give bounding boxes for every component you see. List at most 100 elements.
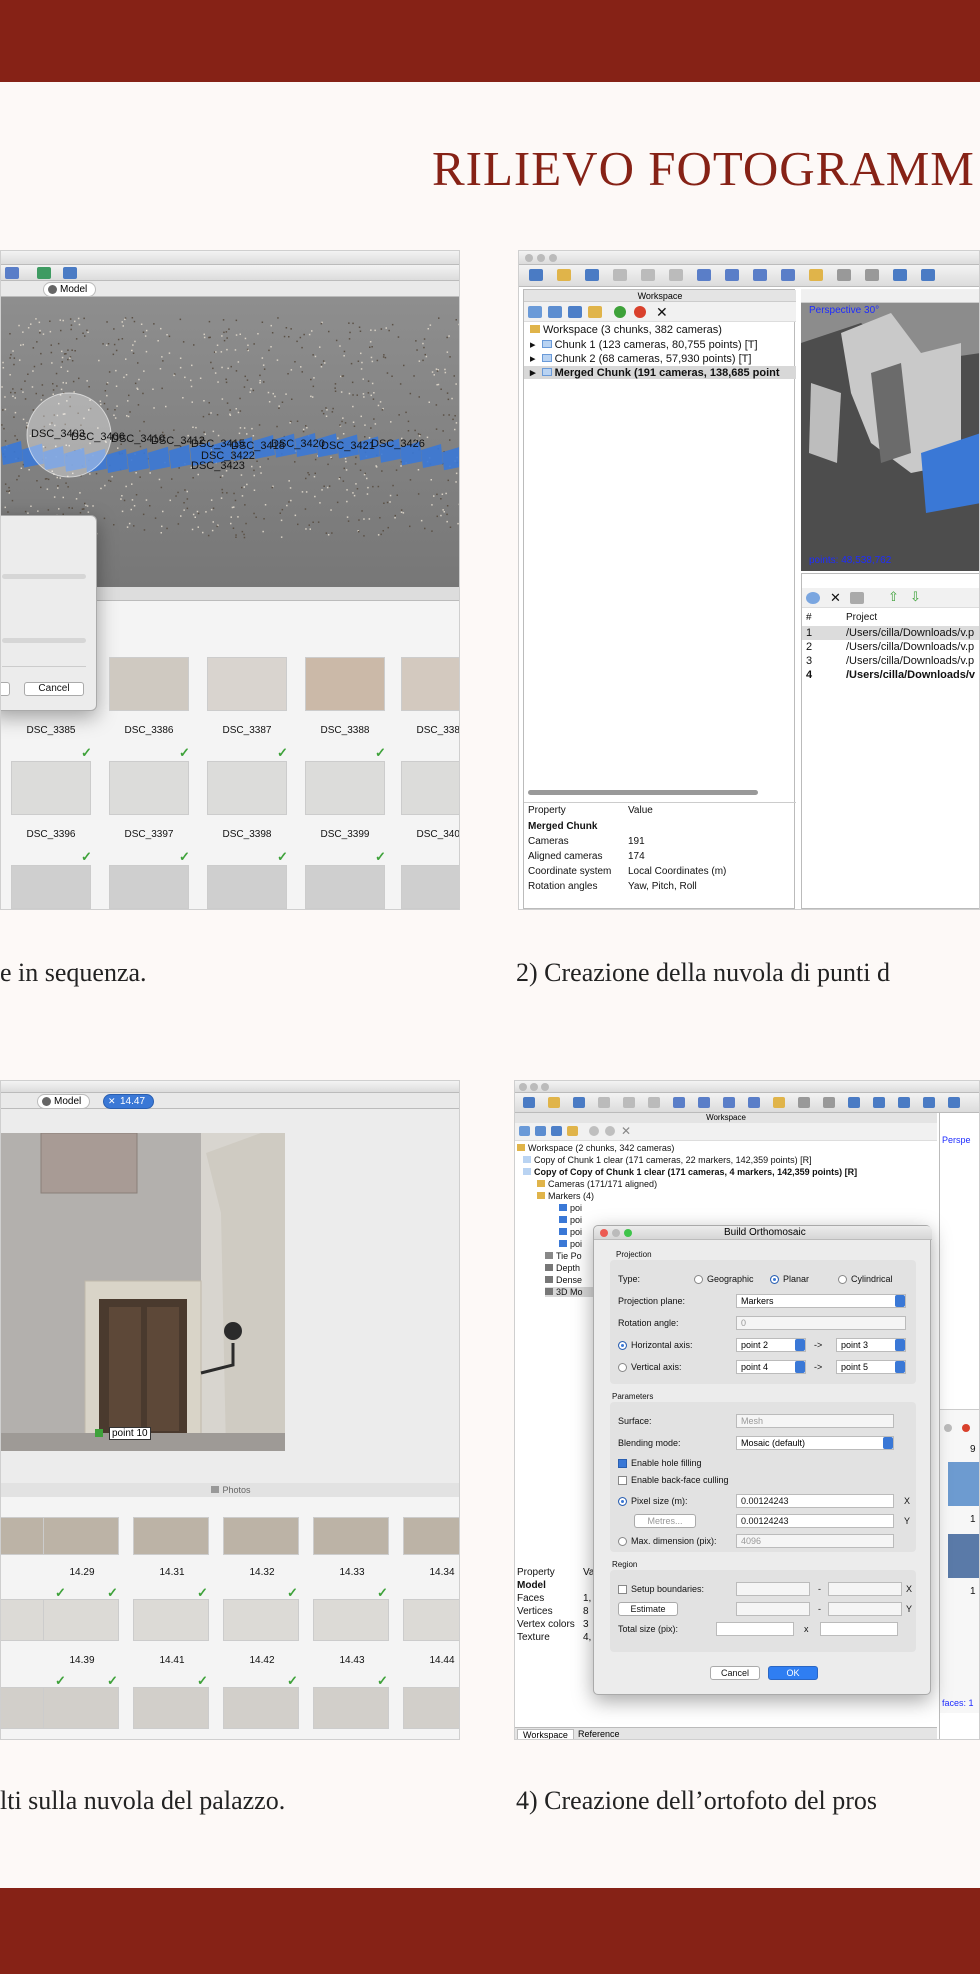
toolbar-icon[interactable] [948,1097,960,1108]
toolbar-icon[interactable] [893,269,907,281]
cancel-button[interactable]: Cancel [710,1666,760,1680]
boundary-x-min[interactable] [736,1582,810,1596]
dialog-max-icon[interactable] [624,1229,632,1237]
thumbnail[interactable] [401,865,459,909]
photo-tab[interactable]: ✕ 14.47 [103,1094,155,1109]
toolbar-icon[interactable] [529,269,543,281]
close-icon[interactable] [48,284,57,294]
toolbar-icon[interactable] [748,1097,760,1108]
thumbnail[interactable] [43,1687,119,1729]
disable-icon[interactable] [605,1126,615,1136]
thumbnail[interactable] [43,1599,119,1641]
enable-icon[interactable] [589,1126,599,1136]
tree-item[interactable]: Copy of Copy of Chunk 1 clear (171 camer… [523,1167,857,1177]
tree-item[interactable]: Markers (4) [537,1191,594,1201]
toolbar-icon[interactable] [823,1097,835,1108]
thumbnail[interactable] [223,1687,299,1729]
horizontal-scrollbar[interactable] [528,790,758,795]
pixel-y-field[interactable]: 0.00124243 [736,1514,894,1528]
thumbnail[interactable] [401,657,459,711]
toolbar-icon[interactable] [648,1097,660,1108]
tree-chunk-2[interactable]: ▸ Chunk 2 (68 cameras, 57,930 points) [T… [530,352,751,365]
model-tab[interactable]: Model [37,1094,91,1109]
type-geographic[interactable]: Geographic [694,1274,754,1285]
marker-flag[interactable] [95,1429,103,1437]
thumbnail[interactable] [403,1599,459,1641]
max-dimension-radio[interactable]: Max. dimension (pix): [618,1536,717,1547]
thumbnail[interactable] [133,1687,209,1729]
tree-item[interactable]: Depth [545,1263,580,1273]
move-down-icon[interactable]: ⇩ [910,589,921,605]
toolbar-icon[interactable] [809,269,823,281]
add-chunk-icon[interactable] [528,306,542,318]
thumbnail[interactable] [305,761,385,815]
tree-merged-chunk[interactable]: ▸ Merged Chunk (191 cameras, 138,685 poi… [524,366,796,379]
remove-icon[interactable]: ✕ [656,304,668,321]
refresh-icon[interactable] [806,592,820,604]
tree-root[interactable]: Workspace (3 chunks, 382 cameras) [530,324,722,336]
camera-plane[interactable] [1,441,23,465]
camera-plane[interactable] [442,446,460,471]
thumbnail[interactable] [403,1517,459,1555]
tree-item[interactable]: Cameras (171/171 aligned) [537,1179,657,1189]
tree-item[interactable]: poi [559,1239,582,1249]
tab-reference[interactable]: Reference [573,1729,625,1739]
projection-plane-select[interactable]: Markers [736,1294,906,1308]
thumbnail[interactable] [207,657,287,711]
estimate-button[interactable]: Estimate [618,1602,678,1616]
thumbnail[interactable] [403,1687,459,1729]
thumbnail[interactable] [305,657,385,711]
toolbar-icon[interactable] [573,1097,585,1108]
tree-item[interactable]: poi [559,1227,582,1237]
toolbar-icon[interactable] [798,1097,810,1108]
cancel-button[interactable]: Cancel [24,682,84,696]
metres-button[interactable]: Metres... [634,1514,696,1528]
boundary-y-max[interactable] [828,1602,902,1616]
dialog-close-icon[interactable] [600,1229,608,1237]
printer-icon[interactable] [63,267,77,279]
rotation-field[interactable]: 0 [736,1316,906,1330]
total-width-field[interactable] [716,1622,794,1636]
toolbar-icon[interactable] [848,1097,860,1108]
tree-item[interactable]: Copy of Chunk 1 clear (171 cameras, 22 m… [523,1155,812,1165]
h-from-select[interactable]: point 2 [736,1338,806,1352]
camera-plane[interactable] [106,448,128,473]
horizontal-axis-radio[interactable]: Horizontal axis: [618,1340,693,1351]
backface-checkbox[interactable]: Enable back-face culling [618,1475,729,1486]
remove-icon[interactable]: ✕ [830,590,841,606]
add-photos-icon[interactable] [548,306,562,318]
toolbar-icon[interactable] [698,1097,710,1108]
add-markers-icon[interactable] [588,306,602,318]
toolbar-icon[interactable] [753,269,767,281]
total-height-field[interactable] [820,1622,898,1636]
window-max-icon[interactable] [541,1083,549,1091]
model-tab[interactable]: Model [43,282,97,297]
pane-dot-icon[interactable] [962,1424,970,1432]
toolbar-icon[interactable] [723,1097,735,1108]
add-chunk-icon[interactable] [519,1126,530,1136]
add-markers-icon[interactable] [567,1126,578,1136]
pane-dot-icon[interactable] [944,1424,952,1432]
dialog-min-icon[interactable] [612,1229,620,1237]
toolbar-icon[interactable] [898,1097,910,1108]
thumbnail[interactable] [109,761,189,815]
v-to-select[interactable]: point 5 [836,1360,906,1374]
window-close-icon[interactable] [525,254,533,262]
toolbar-icon[interactable] [725,269,739,281]
thumbnail[interactable] [223,1517,299,1555]
tree-item[interactable]: Tie Po [545,1251,582,1261]
close-icon[interactable]: ✕ [108,1097,117,1106]
thumbnail[interactable] [109,657,189,711]
camera-plane[interactable] [148,446,170,471]
add-folder-icon[interactable] [551,1126,562,1136]
window-min-icon[interactable] [537,254,545,262]
tree-item[interactable]: Workspace (2 chunks, 342 cameras) [517,1143,674,1153]
thumbnail[interactable] [305,865,385,909]
toolbar-icon[interactable] [598,1097,610,1108]
toolbar-icon[interactable] [613,269,627,281]
remove-icon[interactable]: ✕ [621,1124,631,1138]
thumbnail[interactable] [11,761,91,815]
toolbar-icon[interactable] [873,1097,885,1108]
model-viewport[interactable]: Perspe 9 1 1 faces: 1 [939,1113,979,1739]
download-icon[interactable] [37,267,51,279]
